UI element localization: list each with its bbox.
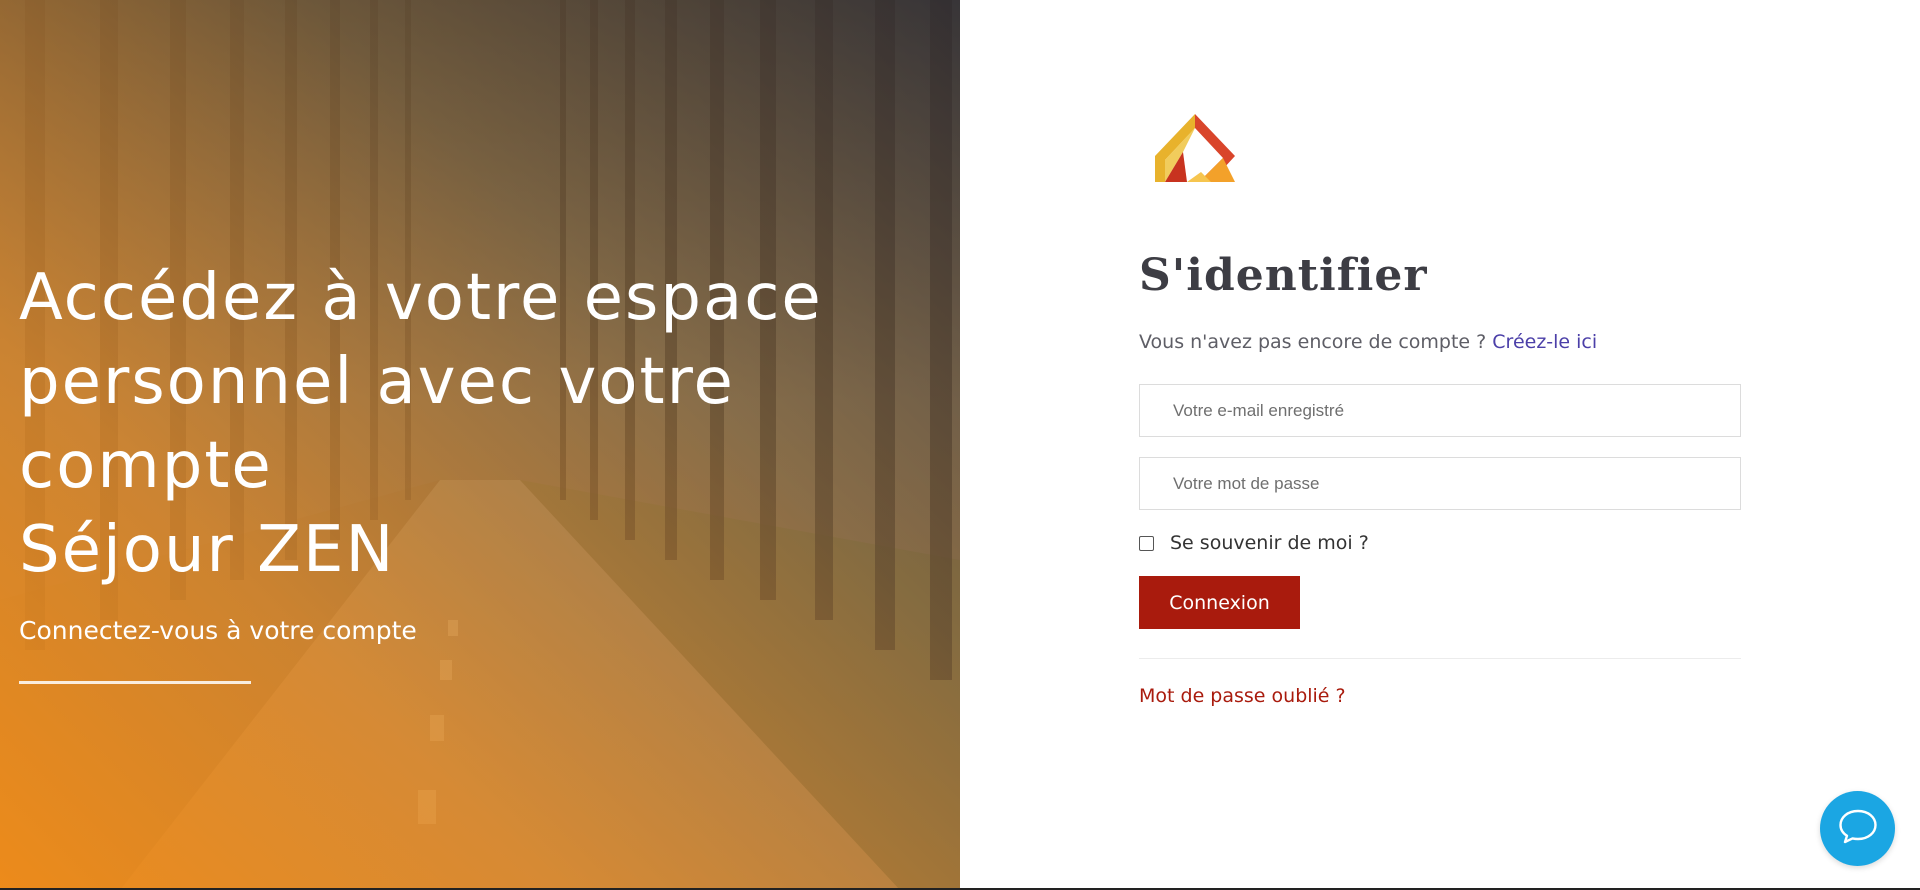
house-logo-icon: [1153, 110, 1237, 186]
form-divider: [1139, 658, 1741, 659]
hero-panel: Accédez à votre espace personnel avec vo…: [0, 0, 960, 890]
password-field[interactable]: [1171, 472, 1709, 495]
hero-divider: [19, 681, 251, 684]
hero-title-line-1: Accédez à votre espace: [19, 261, 823, 335]
signup-prompt-text: Vous n'avez pas encore de compte ?: [1139, 331, 1493, 353]
remember-me-row: Se souvenir de moi ?: [1139, 532, 1741, 554]
email-field[interactable]: [1171, 399, 1709, 422]
login-page: Accédez à votre espace personnel avec vo…: [0, 0, 1920, 890]
remember-me-checkbox[interactable]: [1139, 535, 1154, 551]
hero-title-line-3: Séjour ZEN: [19, 513, 396, 587]
login-title: S'identifier: [1139, 250, 1428, 301]
hero-subtitle: Connectez-vous à votre compte: [19, 616, 417, 645]
chat-button[interactable]: [1820, 791, 1895, 866]
login-form-container: S'identifier Vous n'avez pas encore de c…: [1139, 110, 1741, 707]
login-button[interactable]: Connexion: [1139, 576, 1300, 629]
password-field-wrapper: [1139, 457, 1741, 510]
create-account-link[interactable]: Créez-le ici: [1492, 331, 1597, 353]
email-field-wrapper: [1139, 384, 1741, 437]
signup-prompt: Vous n'avez pas encore de compte ? Créez…: [1139, 331, 1741, 353]
hero-content: Accédez à votre espace personnel avec vo…: [19, 256, 939, 684]
forgot-password-link[interactable]: Mot de passe oublié ?: [1139, 685, 1346, 707]
login-panel: S'identifier Vous n'avez pas encore de c…: [960, 0, 1920, 890]
chat-bubble-icon: [1838, 808, 1878, 849]
remember-me-label[interactable]: Se souvenir de moi ?: [1170, 532, 1369, 554]
hero-title: Accédez à votre espace personnel avec vo…: [19, 256, 939, 592]
hero-title-line-2: personnel avec votre compte: [19, 345, 735, 503]
